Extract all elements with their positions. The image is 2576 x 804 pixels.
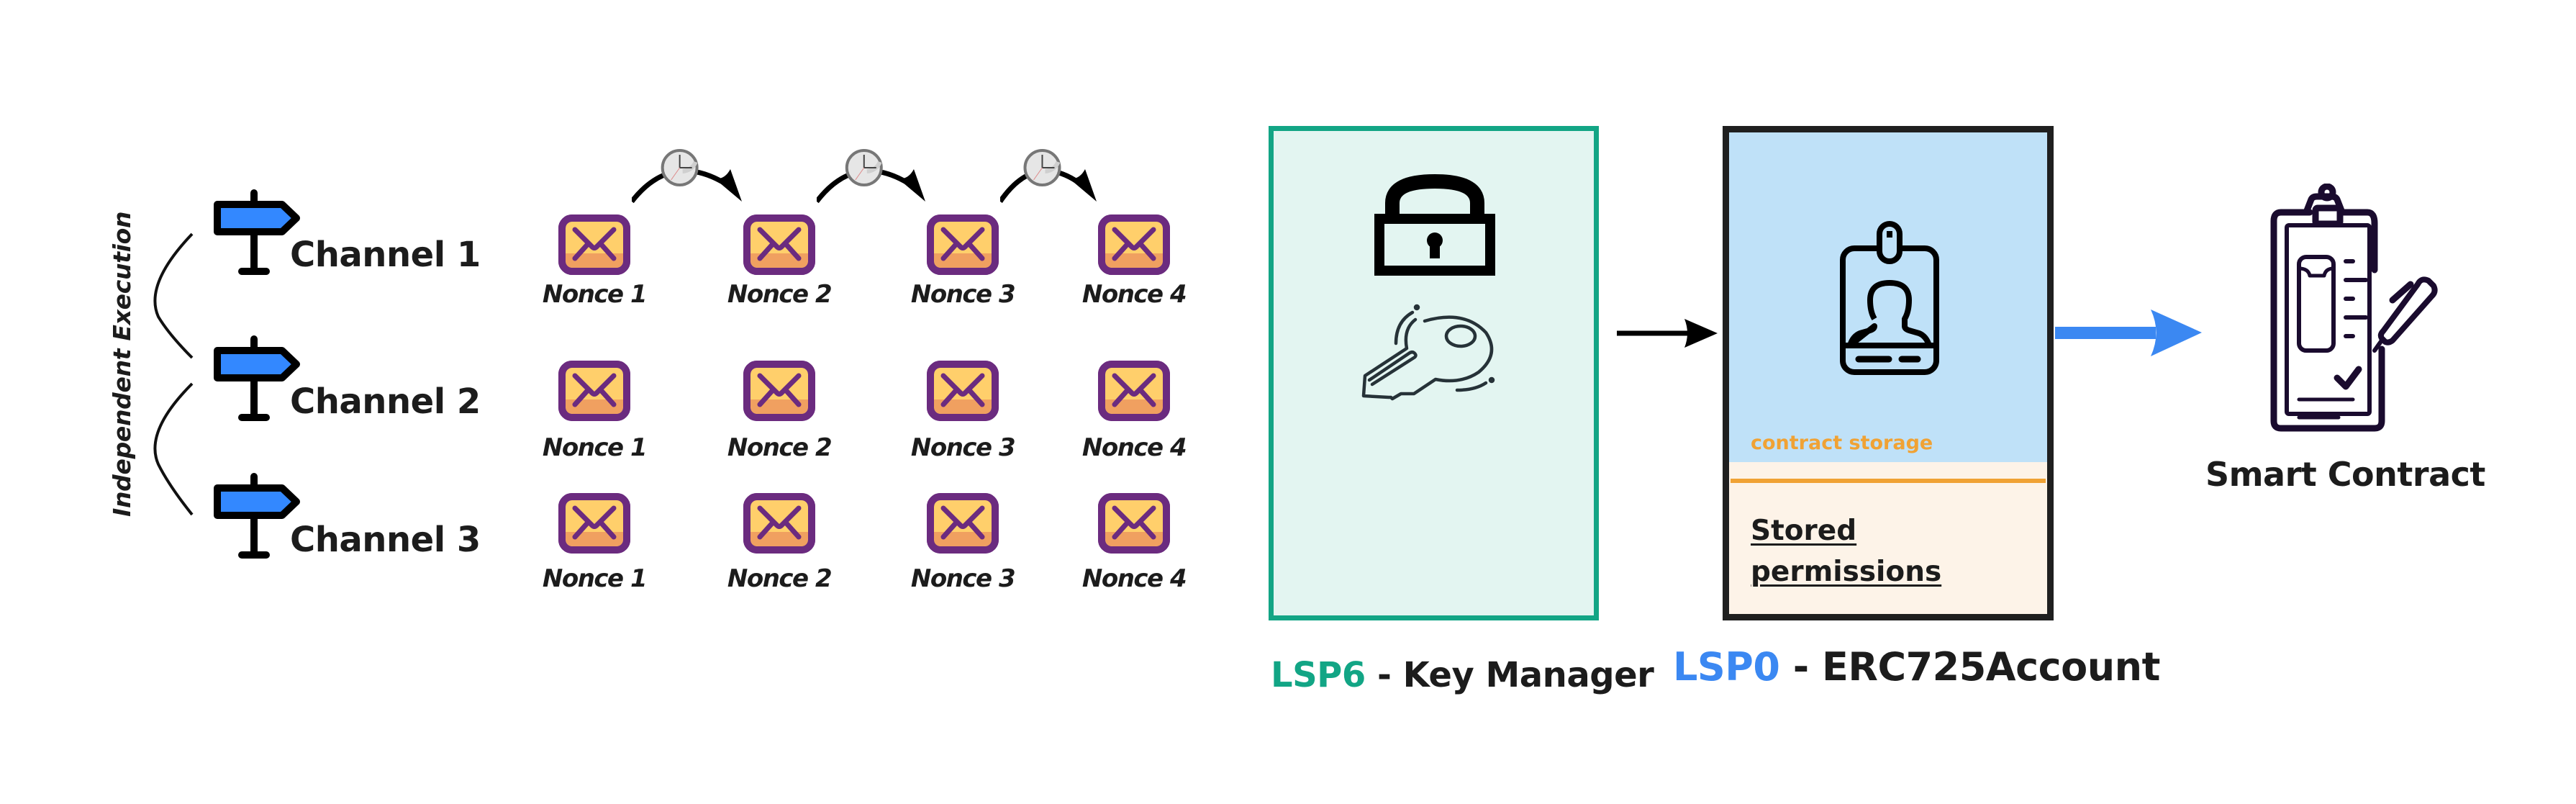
envelope-icon [1097, 214, 1171, 279]
clock-icon [661, 149, 699, 186]
account-title: LSP0 - ERC725Account [1673, 644, 2160, 690]
brace-curve-1 [153, 232, 194, 359]
envelope-icon [558, 214, 631, 279]
signpost-icon [214, 189, 300, 275]
sequential-clock-arrow [998, 144, 1098, 212]
channel-label: Channel 3 [290, 520, 481, 560]
key-manager-title: LSP6 - Key Manager [1271, 655, 1654, 695]
envelope-icon [926, 360, 999, 425]
envelope-icon [1097, 360, 1171, 425]
sequential-clock-arrow [815, 144, 927, 212]
envelope-icon [1097, 492, 1171, 557]
key-manager-name: Key Manager [1402, 655, 1654, 695]
id-badge-icon [1840, 221, 1939, 375]
lock-icon [1374, 174, 1495, 276]
channel-label: Channel 2 [290, 381, 481, 422]
clock-icon [1023, 149, 1061, 186]
envelope-icon [926, 214, 999, 279]
key-manager-box [1269, 126, 1599, 620]
envelope-icon [743, 214, 816, 279]
execution-brace-curves [153, 232, 194, 516]
nonce-label: Nonce 1 [542, 564, 648, 593]
nonce-label: Nonce 2 [727, 433, 833, 462]
arrow-right-icon [1617, 319, 1718, 348]
envelope-icon [926, 492, 999, 557]
arrow-head-icon [1069, 169, 1097, 202]
signpost-icon [214, 335, 300, 421]
arrow-right-blue-icon [2055, 310, 2202, 356]
signpost-icon [214, 473, 300, 559]
contract-storage-label: contract storage [1751, 432, 1933, 454]
contract-storage-area: contract storage [1729, 132, 2047, 462]
nonce-label: Nonce 2 [727, 280, 833, 309]
lsp6-label: LSP6 [1271, 655, 1366, 695]
nonce-label: Nonce 1 [542, 433, 648, 462]
nonce-label: Nonce 4 [1081, 280, 1187, 309]
arrow-head-icon [898, 169, 925, 202]
independent-execution-label: Independent Execution [108, 211, 136, 517]
nonce-label: Nonce 2 [727, 564, 833, 593]
envelope-icon [743, 360, 816, 425]
sequential-clock-arrow [630, 144, 743, 212]
stored-permissions-label: Stored permissions [1751, 515, 1942, 588]
title-separator: - [1779, 644, 1822, 690]
nonce-label: Nonce 3 [910, 280, 1016, 309]
smart-contract-label: Smart Contract [2205, 455, 2485, 494]
channel-label: Channel 1 [290, 235, 481, 275]
title-separator: - [1365, 655, 1403, 695]
nonce-label: Nonce 4 [1081, 433, 1187, 462]
envelope-icon [558, 492, 631, 557]
key-icon [1361, 304, 1495, 401]
account-name: ERC725Account [1821, 644, 2160, 690]
brace-curve-2 [153, 382, 194, 516]
nonce-label: Nonce 1 [542, 280, 648, 309]
envelope-icon [743, 492, 816, 557]
envelope-icon [558, 360, 631, 425]
nonce-label: Nonce 3 [910, 433, 1016, 462]
lsp0-label: LSP0 [1673, 644, 1780, 690]
clock-icon [845, 149, 883, 186]
arrow-head-icon [715, 169, 742, 202]
nonce-label: Nonce 4 [1081, 564, 1187, 593]
nonce-label: Nonce 3 [910, 564, 1016, 593]
clipboard-contract-icon [2270, 184, 2438, 432]
account-box: contract storage Stored permissions [1723, 126, 2054, 620]
storage-divider [1731, 479, 2046, 483]
